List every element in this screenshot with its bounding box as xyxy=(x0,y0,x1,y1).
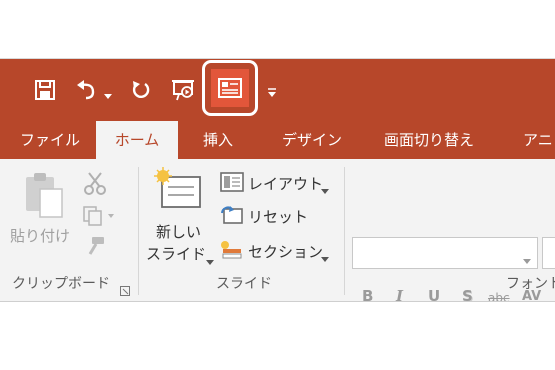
powerpoint-window: ファイル ホーム 挿入 デザイン 画面切り替え アニ 貼り付け クリップボード … xyxy=(0,58,555,302)
tab-insert[interactable]: 挿入 xyxy=(203,121,233,159)
reset-icon[interactable] xyxy=(220,205,244,229)
section-dropdown-icon[interactable] xyxy=(321,248,329,267)
cut-icon[interactable] xyxy=(84,171,106,199)
slideshow-from-beginning-icon[interactable] xyxy=(170,77,196,103)
paste-label[interactable]: 貼り付け xyxy=(10,225,70,246)
underline-button[interactable]: U xyxy=(428,287,440,301)
shadow-button[interactable]: S xyxy=(462,287,473,301)
tab-transitions[interactable]: 画面切り替え xyxy=(384,121,474,159)
slides-group-label: スライド xyxy=(216,276,272,292)
copy-icon[interactable] xyxy=(82,205,116,231)
clipboard-launcher-icon[interactable] xyxy=(120,281,130,300)
clipboard-group-label: クリップボード xyxy=(12,276,110,292)
tab-file[interactable]: ファイル xyxy=(20,121,80,159)
tab-design[interactable]: デザイン xyxy=(282,121,342,159)
bold-button[interactable]: B xyxy=(362,287,373,301)
quick-access-toolbar xyxy=(0,59,555,121)
font-group-label: フォント xyxy=(506,276,555,292)
layout-dropdown-icon[interactable] xyxy=(321,180,329,199)
new-slide-label-line1[interactable]: 新しい xyxy=(156,221,201,242)
undo-dropdown-icon[interactable] xyxy=(104,85,112,104)
tab-animations[interactable]: アニ xyxy=(523,121,553,159)
paste-icon[interactable] xyxy=(22,171,66,223)
section-label[interactable]: セクション xyxy=(248,241,323,262)
italic-button[interactable]: I xyxy=(396,287,403,301)
reset-label[interactable]: リセット xyxy=(248,206,308,227)
font-name-combobox[interactable] xyxy=(352,237,538,269)
section-icon[interactable] xyxy=(220,240,244,264)
group-separator xyxy=(138,167,139,295)
new-slide-label-line2[interactable]: スライド xyxy=(146,243,206,264)
tab-home[interactable]: ホーム xyxy=(96,121,178,159)
font-name-dropdown-icon[interactable] xyxy=(523,250,531,269)
redo-icon[interactable] xyxy=(128,77,154,103)
save-icon[interactable] xyxy=(32,77,58,103)
highlighted-layout-button[interactable] xyxy=(202,60,258,116)
layout-button-icon[interactable] xyxy=(220,172,244,196)
customize-qat-icon[interactable] xyxy=(267,83,277,102)
undo-icon[interactable] xyxy=(74,77,100,103)
new-slide-icon[interactable] xyxy=(154,167,204,215)
font-size-combobox[interactable] xyxy=(542,237,555,269)
format-painter-icon[interactable] xyxy=(84,235,106,261)
new-slide-dropdown-icon[interactable] xyxy=(206,251,214,270)
layout-label[interactable]: レイアウト xyxy=(248,173,323,194)
layout-icon[interactable] xyxy=(211,69,249,107)
group-separator xyxy=(344,167,345,295)
